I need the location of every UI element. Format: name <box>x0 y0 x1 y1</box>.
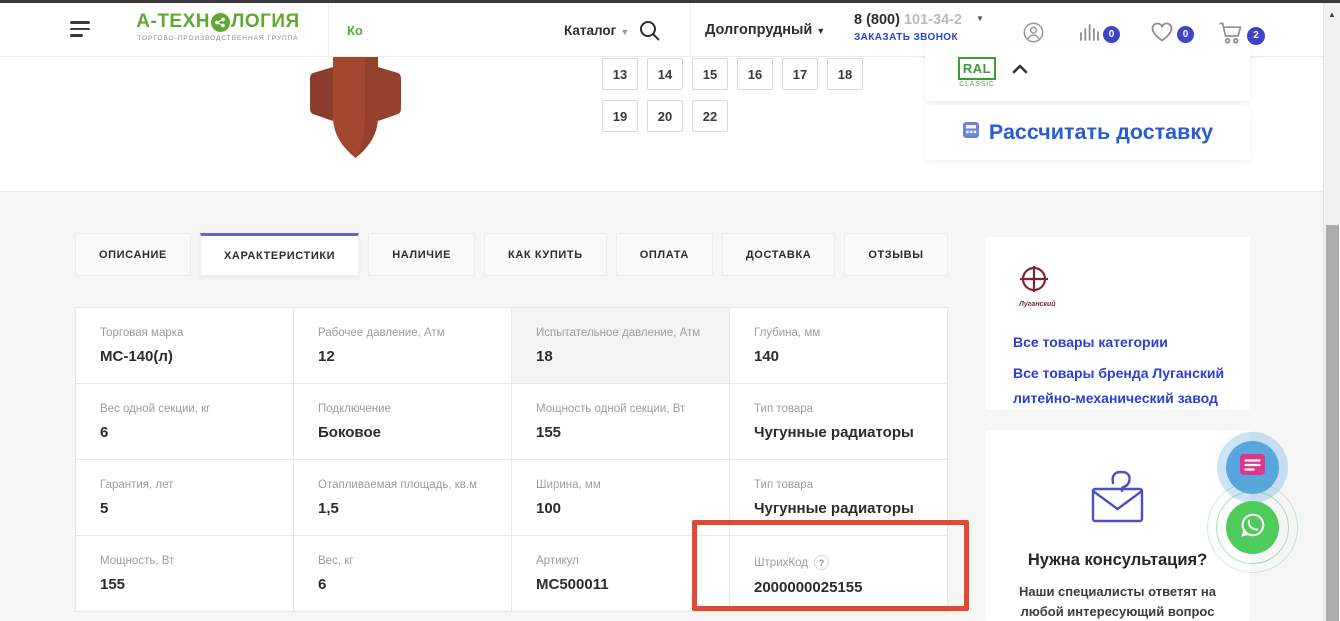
calculate-delivery-button[interactable]: Рассчитать доставку <box>925 105 1250 160</box>
section-count-option[interactable]: 20 <box>647 100 683 132</box>
logo-network-icon <box>211 12 231 32</box>
whatsapp-button[interactable] <box>1207 482 1298 573</box>
help-icon[interactable]: ? <box>813 555 829 570</box>
specifications-table: Торговая марка МС-140(л) Рабочее давление… <box>75 307 948 612</box>
envelope-question-icon <box>1086 470 1150 530</box>
compare-count-badge: 0 <box>1103 26 1120 43</box>
section-count-option[interactable]: 18 <box>827 58 863 90</box>
scrollbar-thumb[interactable] <box>1326 225 1339 621</box>
chevron-down-icon: ▼ <box>976 14 984 23</box>
tab-reviews[interactable]: ОТЗЫВЫ <box>844 233 948 276</box>
account-icon[interactable] <box>1022 21 1045 44</box>
calculator-icon <box>962 121 980 144</box>
whatsapp-icon <box>1239 511 1267 544</box>
page-scrollbar[interactable]: ▲ <box>1323 3 1340 621</box>
logo-subtitle: ТОРГОВО-ПРОИЗВОДСТВЕННАЯ ГРУППА <box>137 35 299 42</box>
hamburger-menu-icon[interactable] <box>70 21 92 39</box>
phone-number[interactable]: 8 (800) 101-34-2 ▼ <box>854 12 984 28</box>
search-icon[interactable] <box>638 19 662 48</box>
consultation-text: Наши специалисты ответят на любой интере… <box>1018 584 1217 619</box>
chevron-down-icon: ▼ <box>620 27 630 37</box>
scrollbar-up-arrow[interactable]: ▲ <box>1328 10 1336 19</box>
tab-characteristics[interactable]: ХАРАКТЕРИСТИКИ <box>199 233 360 276</box>
section-count-option[interactable]: 22 <box>692 100 728 132</box>
tab-payment[interactable]: ОПЛАТА <box>615 233 713 276</box>
tab-availability[interactable]: НАЛИЧИЕ <box>368 233 476 276</box>
consultation-title: Нужна консультация? <box>1027 551 1208 569</box>
delivery-button-label: Рассчитать доставку <box>988 120 1214 144</box>
phone-block: 8 (800) 101-34-2 ▼ ЗАКАЗАТЬ ЗВОНОК <box>854 12 984 43</box>
sections-count-grid: 13 14 15 16 17 18 19 20 22 <box>602 58 880 132</box>
spec-cell: Вес, кг 6 <box>294 536 512 612</box>
chat-note-icon <box>1239 453 1266 482</box>
spec-cell: Вес одной секции, кг 6 <box>76 384 294 460</box>
section-count-option[interactable]: 16 <box>737 58 773 90</box>
section-count-option[interactable]: 17 <box>782 58 818 90</box>
spec-cell: Тип товара Чугунные радиаторы <box>730 460 948 536</box>
spec-cell: Артикул МС500011 <box>512 536 730 612</box>
logo-title: А-ТЕХН ЛОГИЯ <box>136 11 300 32</box>
city-selector[interactable]: Долгопрудный ▼ <box>705 22 825 38</box>
spec-cell: Рабочее давление, Атм 12 <box>294 308 512 384</box>
spec-cell: Отапливаемая площадь, кв.м 1,5 <box>294 460 512 536</box>
section-count-option[interactable]: 14 <box>647 58 683 90</box>
chevron-down-icon: ▼ <box>816 26 826 36</box>
product-image-radiator <box>288 57 423 168</box>
spec-cell: Глубина, мм 140 <box>730 308 948 384</box>
ral-classic-logo: RAL CLASSIC <box>958 57 996 88</box>
brand-caption: Луганский <box>1019 301 1056 308</box>
header-menu-item-truncated[interactable]: Ко <box>347 23 363 38</box>
tab-description[interactable]: ОПИСАНИЕ <box>75 233 191 276</box>
spec-cell-barcode: ШтрихКод? 2000000025155 <box>730 536 948 612</box>
all-brand-products-link[interactable]: Все товары бренда Луганский литейно-меха… <box>1013 361 1231 411</box>
brand-card: Луганский Все товары категории Все товар… <box>985 237 1250 410</box>
site-logo[interactable]: А-ТЕХН ЛОГИЯ ТОРГОВО-ПРОИЗВОДСТВЕННАЯ ГРУ… <box>128 11 308 42</box>
ral-colors-card: RAL CLASSIC <box>925 44 1250 101</box>
tab-how-to-buy[interactable]: КАК КУПИТЬ <box>484 233 607 276</box>
spec-cell: Испытательное давление, Атм 18 <box>512 308 730 384</box>
spec-cell: Подключение Боковое <box>294 384 512 460</box>
spec-cell: Тип товара Чугунные радиаторы <box>730 384 948 460</box>
spec-cell: Мощность, Вт 155 <box>76 536 294 612</box>
all-category-products-link[interactable]: Все товары категории <box>1013 330 1222 355</box>
chevron-up-icon[interactable] <box>1012 61 1028 79</box>
product-tabs: ОПИСАНИЕ ХАРАКТЕРИСТИКИ НАЛИЧИЕ КАК КУПИ… <box>75 233 948 276</box>
cart-count-badge: 2 <box>1247 26 1265 45</box>
order-call-link[interactable]: ЗАКАЗАТЬ ЗВОНОК <box>854 32 984 43</box>
spec-cell: Торговая марка МС-140(л) <box>76 308 294 384</box>
header-divider <box>328 3 329 57</box>
catalog-menu[interactable]: Каталог ▼ <box>564 23 629 38</box>
header-divider <box>690 3 691 57</box>
luhansk-plant-logo-icon <box>1013 265 1222 300</box>
spec-cell: Мощность одной секции, Вт 155 <box>512 384 730 460</box>
section-count-option[interactable]: 19 <box>602 100 638 132</box>
section-count-option[interactable]: 15 <box>692 58 728 90</box>
tab-delivery[interactable]: ДОСТАВКА <box>721 233 836 276</box>
spec-cell: Гарантия, лет 5 <box>76 460 294 536</box>
favorites-count-badge: 0 <box>1177 26 1194 43</box>
spec-cell: Ширина, мм 100 <box>512 460 730 536</box>
section-count-option[interactable]: 13 <box>602 58 638 90</box>
